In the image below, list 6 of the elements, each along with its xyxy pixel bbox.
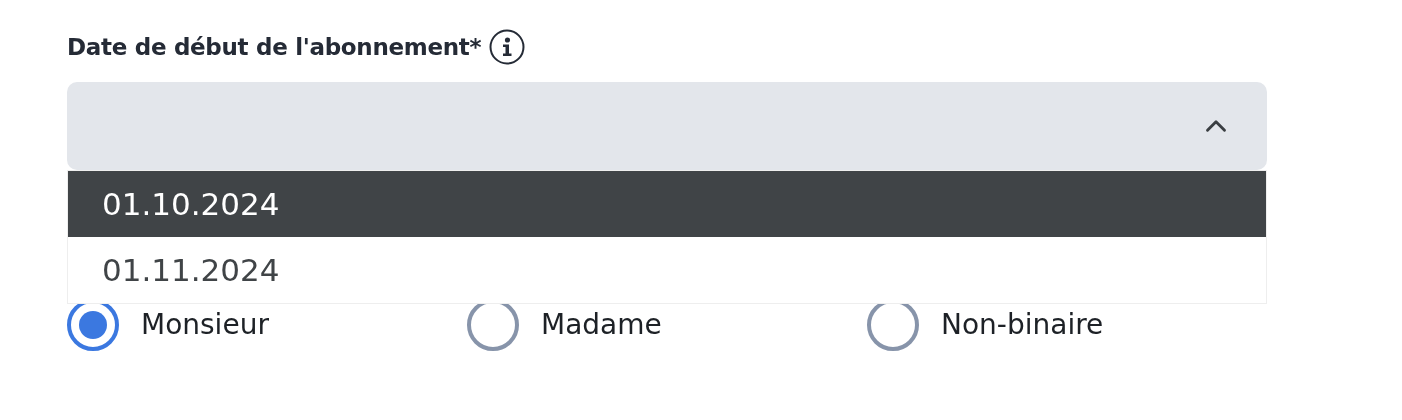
field-label: Date de début de l'abonnement* <box>67 32 482 62</box>
info-icon[interactable] <box>489 29 526 65</box>
radio-label: Monsieur <box>141 307 269 343</box>
radio-label: Madame <box>541 307 662 343</box>
dropdown-option[interactable]: 01.10.2024 <box>68 171 1266 237</box>
radio-label: Non-binaire <box>941 307 1104 343</box>
